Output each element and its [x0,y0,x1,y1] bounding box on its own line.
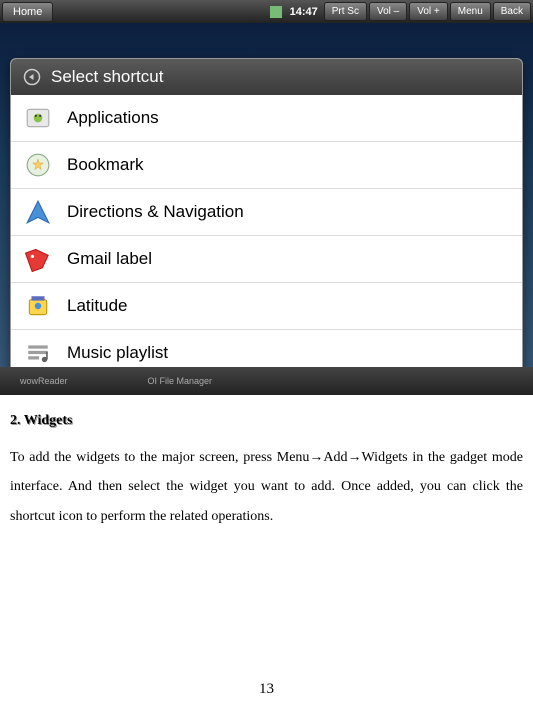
dock-bar: wowReader OI File Manager [0,367,533,395]
item-label: Latitude [67,296,128,316]
select-shortcut-dialog: Select shortcut Applications Bookmark Di… [10,58,523,377]
dialog-header: Select shortcut [11,59,522,95]
music-icon [25,340,51,366]
signal-icon [270,6,282,18]
vol-down-button[interactable]: Vol – [369,2,407,21]
shortcut-list: Applications Bookmark Directions & Navig… [11,95,522,376]
item-label: Music playlist [67,343,168,363]
latitude-icon [25,293,51,319]
android-screenshot: Home 14:47 Prt Sc Vol – Vol + Menu Back … [0,0,533,395]
shortcut-applications[interactable]: Applications [11,95,522,142]
item-label: Directions & Navigation [67,202,244,222]
shortcut-icon [23,68,41,86]
document-content: 2. Widgets To add the widgets to the maj… [0,395,533,531]
body-paragraph: To add the widgets to the major screen, … [10,443,523,531]
vol-up-button[interactable]: Vol + [409,2,448,21]
dock-wowreader[interactable]: wowReader [20,376,68,386]
android-icon [25,105,51,131]
item-label: Applications [67,108,159,128]
menu-button[interactable]: Menu [450,2,491,21]
prtsc-button[interactable]: Prt Sc [324,2,367,21]
back-button[interactable]: Back [493,2,531,21]
dock-filemanager[interactable]: OI File Manager [148,376,213,386]
page-number: 13 [0,681,533,698]
home-button[interactable]: Home [2,2,53,22]
status-bar: Home 14:47 Prt Sc Vol – Vol + Menu Back [0,0,533,23]
shortcut-gmail-label[interactable]: Gmail label [11,236,522,283]
tag-icon [25,246,51,272]
shortcut-bookmark[interactable]: Bookmark [11,142,522,189]
clock: 14:47 [286,6,322,18]
section-heading: 2. Widgets [10,413,523,429]
bookmark-icon [25,152,51,178]
item-label: Bookmark [67,155,144,175]
item-label: Gmail label [67,249,152,269]
dialog-title: Select shortcut [51,67,163,87]
shortcut-latitude[interactable]: Latitude [11,283,522,330]
navigation-icon [25,199,51,225]
shortcut-directions[interactable]: Directions & Navigation [11,189,522,236]
